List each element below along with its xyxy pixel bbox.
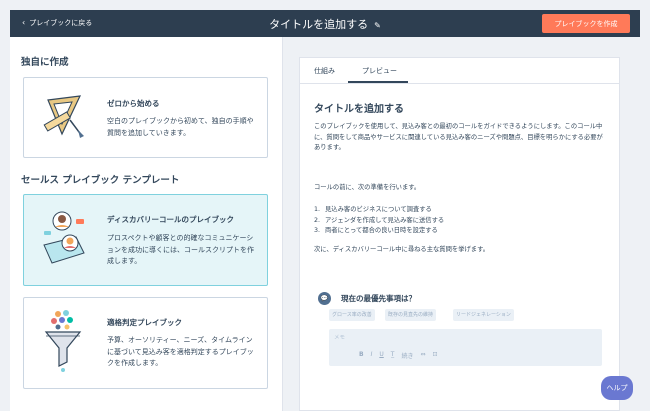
top-bar: ‹ プレイブックに戻る タイトルを追加する ✎ プレイブックを作成 — [10, 10, 640, 37]
card-title: ディスカバリーコールのプレイブック — [107, 215, 234, 224]
answer-chip[interactable]: 既存の見直先の維持 — [385, 309, 437, 321]
more-menu[interactable]: 続き — [401, 351, 413, 360]
preview-tabs: 仕組み プレビュー — [300, 58, 619, 84]
chat-question-icon: 💬 — [318, 292, 331, 305]
editor-toolbar: B I U T̲ 続き ⇔ ⊡ — [359, 351, 438, 360]
card-description: プロスペクトや顧客との的確なコミュニケーションを成功に導くには、コールスクリプト… — [107, 234, 254, 265]
answer-chip[interactable]: リードジェネレーション — [453, 309, 514, 321]
card-discovery-call[interactable]: ディスカバリーコールのプレイブック プロスペクトや顧客との的確なコミュニケーショ… — [23, 194, 268, 286]
card-title: 適格判定プレイブック — [107, 318, 182, 327]
intro-paragraph: このプレイブックを使用して、見込み客との最初のコールをガイドできるようにします。… — [314, 123, 603, 151]
section-heading-custom: 独自に作成 — [21, 57, 69, 68]
italic-icon[interactable]: I — [371, 351, 373, 360]
create-playbook-button[interactable]: プレイブックを作成 — [542, 14, 630, 33]
card-title: ゼロから始める — [107, 99, 160, 108]
card-start-from-scratch[interactable]: ゼロから始める 空白のプレイブックから初めて、独自の手順や質問を追加していきます… — [23, 77, 268, 158]
tab-how-it-works[interactable]: 仕組み — [314, 66, 335, 76]
help-button[interactable]: ヘルプ — [601, 376, 633, 400]
notes-editor[interactable]: メモ B I U T̲ 続き ⇔ ⊡ — [329, 329, 602, 366]
text-style-icon[interactable]: T̲ — [391, 351, 395, 360]
question-title: 現在の最優先事項は？ — [341, 294, 416, 303]
preview-doc-title: タイトルを追加する — [314, 104, 404, 115]
tab-preview[interactable]: プレビュー — [362, 66, 397, 76]
card-description: 予算、オーソリティー、ニーズ、タイムラインに基づいて見込み客を適格判定するプレイ… — [107, 336, 254, 367]
answer-chip[interactable]: グロース率の改善 — [329, 309, 375, 321]
next-paragraph: 次に、ディスカバリーコール中に尋ねる主な質問を挙げます。 — [314, 246, 490, 253]
card-description: 空白のプレイブックから初めて、独自の手順や質問を追加していきます。 — [107, 117, 254, 137]
section-heading-templates: セールス プレイブック テンプレート — [21, 175, 180, 186]
bold-icon[interactable]: B — [359, 351, 364, 360]
list-item: 1. 見込み客のビジネスについて調査する — [314, 206, 432, 213]
preview-panel: 仕組み プレビュー タイトルを追加する このプレイブックを使用して、見込み客との… — [299, 57, 620, 411]
underline-icon[interactable]: U — [379, 351, 383, 360]
insert-icon[interactable]: ⊡ — [432, 351, 437, 360]
link-icon[interactable]: ⇔ — [420, 351, 425, 360]
list-item: 2. アジェンダを作成して見込み客に送信する — [314, 216, 445, 224]
funnel-icon — [44, 310, 82, 372]
template-panel: 独自に作成 ゼロから始める 空白のプレイブックから初めて、独自の手順や質問を追加… — [10, 37, 283, 411]
people-chat-icon — [43, 211, 85, 264]
playbook-title-text: タイトルを追加する — [269, 18, 369, 31]
pencil-icon[interactable]: ✎ — [374, 21, 381, 30]
ruler-triangle-icon — [43, 95, 84, 138]
notes-placeholder: メモ — [334, 335, 346, 341]
active-tab-indicator — [348, 81, 408, 83]
prep-paragraph: コールの前に、次の準備を行います。 — [314, 184, 421, 191]
list-item: 3. 両者にとって都合の良い日時を設定する — [314, 227, 438, 234]
prep-steps-list: 1. 見込み客のビジネスについて調査する 2. アジェンダを作成して見込み客に送信す… — [314, 205, 444, 237]
card-qualification[interactable]: 適格判定プレイブック 予算、オーソリティー、ニーズ、タイムラインに基づいて見込み… — [23, 297, 268, 389]
